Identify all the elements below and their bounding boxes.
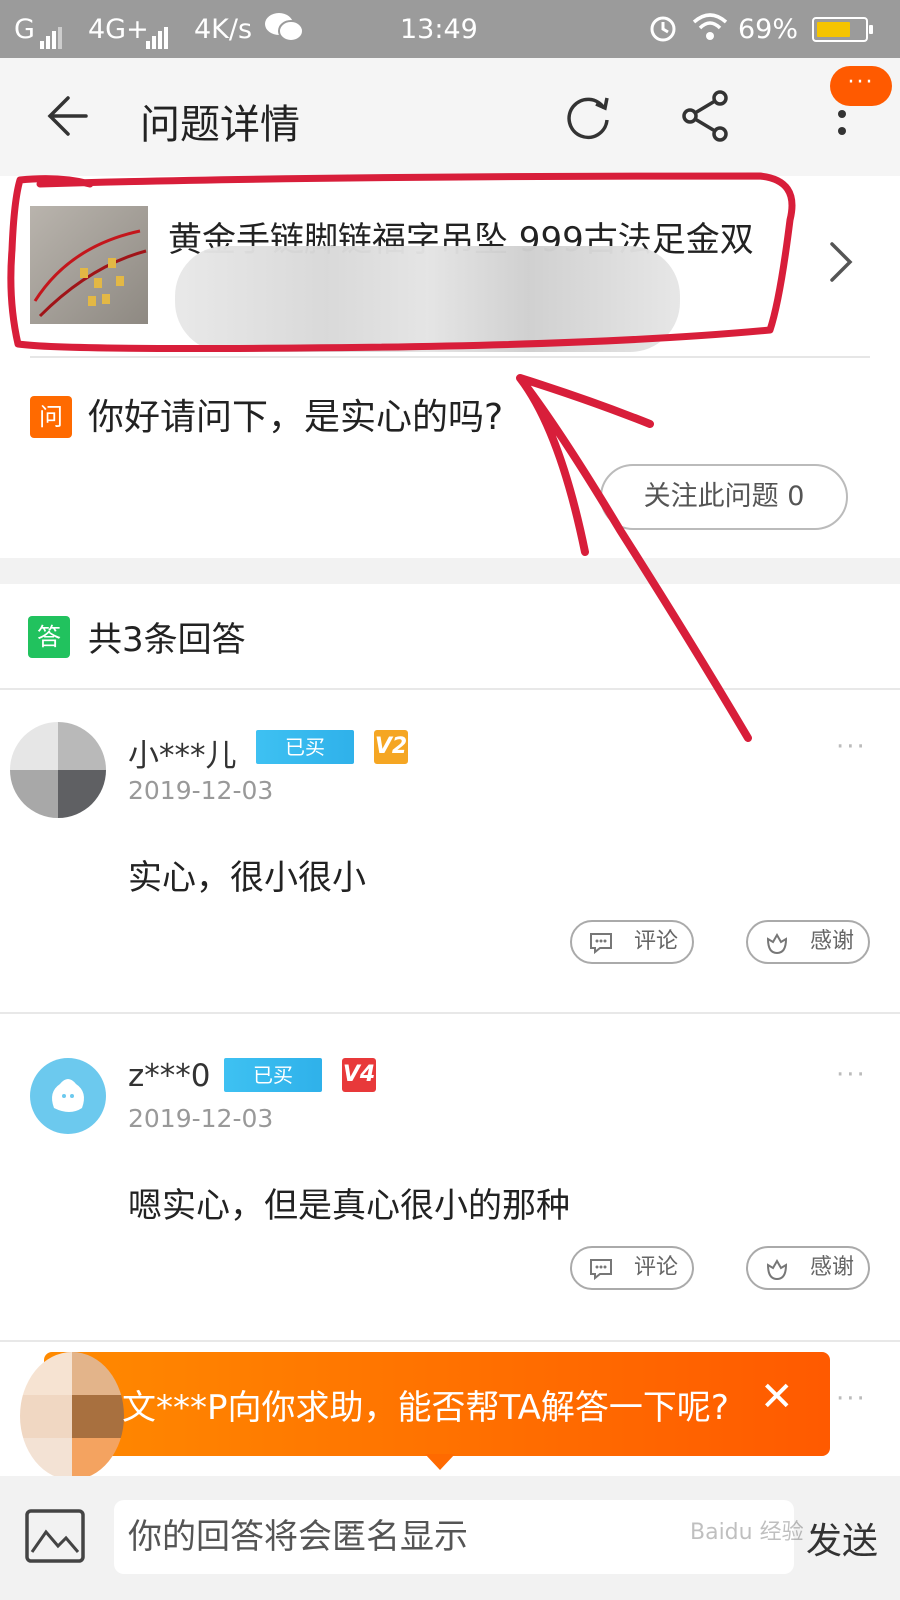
annotation-circle <box>7 172 796 352</box>
annotation-arrow <box>516 374 752 742</box>
annotation-overlay <box>7 172 796 742</box>
